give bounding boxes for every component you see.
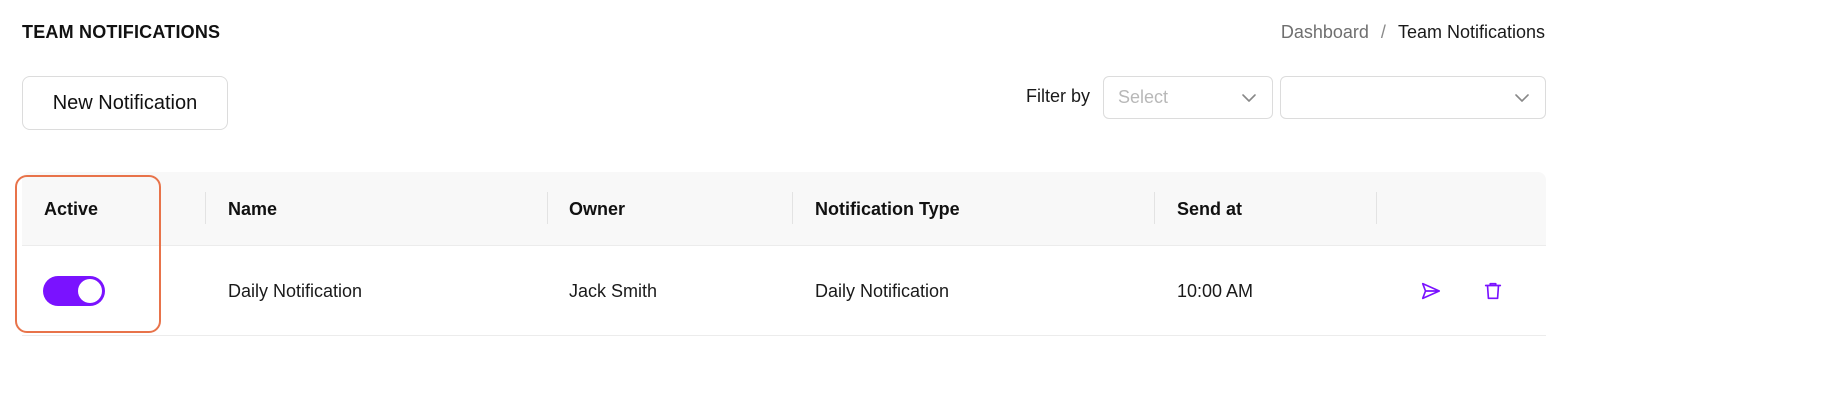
row-notification-type: Daily Notification: [815, 280, 950, 301]
trash-icon[interactable]: [1482, 280, 1504, 302]
active-toggle[interactable]: [43, 276, 105, 306]
breadcrumb-separator: /: [1380, 22, 1386, 42]
column-header-active: Active: [44, 198, 99, 219]
filter-select-primary-placeholder: Select: [1118, 87, 1169, 107]
column-separator: [1154, 192, 1155, 224]
breadcrumb: Dashboard / Team Notifications: [1281, 22, 1545, 43]
column-header-name: Name: [228, 198, 278, 219]
new-notification-button[interactable]: New Notification: [22, 76, 228, 130]
chevron-down-icon: [1515, 94, 1529, 102]
toggle-knob: [78, 279, 102, 303]
filter-by-label: Filter by: [1026, 86, 1091, 106]
page-title: TEAM NOTIFICATIONS: [22, 22, 221, 42]
column-header-send-at: Send at: [1177, 198, 1243, 219]
notifications-table: Active Name Owner Notification Type Send…: [22, 172, 1546, 336]
column-separator: [205, 192, 206, 224]
breadcrumb-dashboard-link[interactable]: Dashboard: [1281, 22, 1369, 43]
chevron-down-icon: [1242, 94, 1256, 102]
row-name: Daily Notification: [228, 280, 363, 301]
table-row: Daily Notification Jack Smith Daily Noti…: [22, 246, 1546, 336]
table-header: Active Name Owner Notification Type Send…: [22, 172, 1546, 246]
breadcrumb-current: Team Notifications: [1397, 22, 1545, 42]
row-owner: Jack Smith: [569, 280, 658, 301]
column-header-owner: Owner: [569, 198, 626, 219]
column-separator: [547, 192, 548, 224]
send-icon[interactable]: [1420, 280, 1442, 302]
filter-select-secondary[interactable]: [1280, 76, 1546, 119]
column-separator: [1376, 192, 1377, 224]
column-header-notification-type: Notification Type: [815, 198, 960, 219]
filter-select-primary[interactable]: Select: [1103, 76, 1273, 119]
row-send-at: 10:00 AM: [1177, 280, 1254, 301]
column-separator: [792, 192, 793, 224]
